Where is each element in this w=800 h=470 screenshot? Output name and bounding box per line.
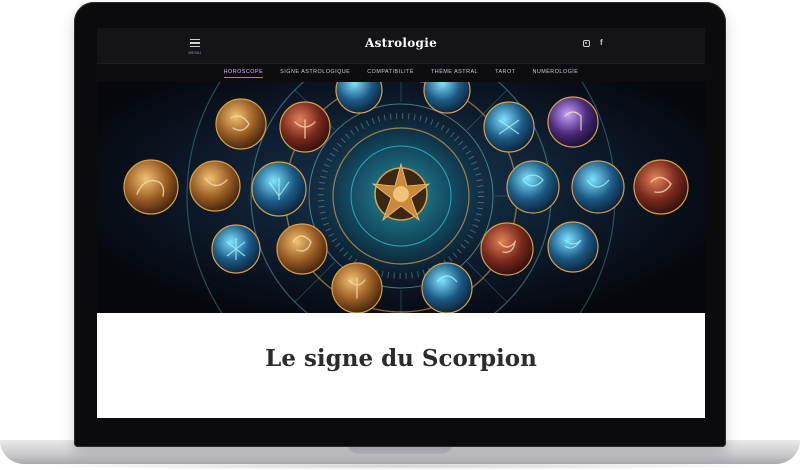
instagram-icon[interactable]: [583, 40, 590, 47]
zodiac-wheel-illustration: [123, 82, 689, 313]
site-header: MENU Astrologie f: [97, 28, 705, 63]
menu-label: MENU: [188, 49, 202, 55]
site-title[interactable]: Astrologie: [97, 36, 705, 50]
nav-item-signe-astrologique[interactable]: SIGNE ASTROLOGIQUE: [280, 69, 350, 78]
laptop-screen: MENU Astrologie f HOROSCOPE SIGNE ASTROL…: [97, 28, 705, 418]
nav-item-theme-astral[interactable]: THÈME ASTRAL: [431, 69, 478, 78]
page-title: Le signe du Scorpion: [265, 345, 537, 372]
nav-list: HOROSCOPE SIGNE ASTROLOGIQUE COMPATIBILI…: [97, 69, 705, 78]
main-content: Le signe du Scorpion: [97, 313, 705, 418]
nav-item-compatibilite[interactable]: COMPATIBILITÉ: [367, 69, 414, 78]
nav-item-horoscope[interactable]: HOROSCOPE: [223, 69, 264, 78]
facebook-icon[interactable]: f: [600, 38, 603, 47]
nav-item-tarot[interactable]: TAROT: [495, 69, 515, 78]
nav-item-numerologie[interactable]: NUMÉROLOGIE: [532, 69, 578, 78]
main-nav: HOROSCOPE SIGNE ASTROLOGIQUE COMPATIBILI…: [97, 63, 705, 83]
hero-banner: [97, 82, 705, 313]
